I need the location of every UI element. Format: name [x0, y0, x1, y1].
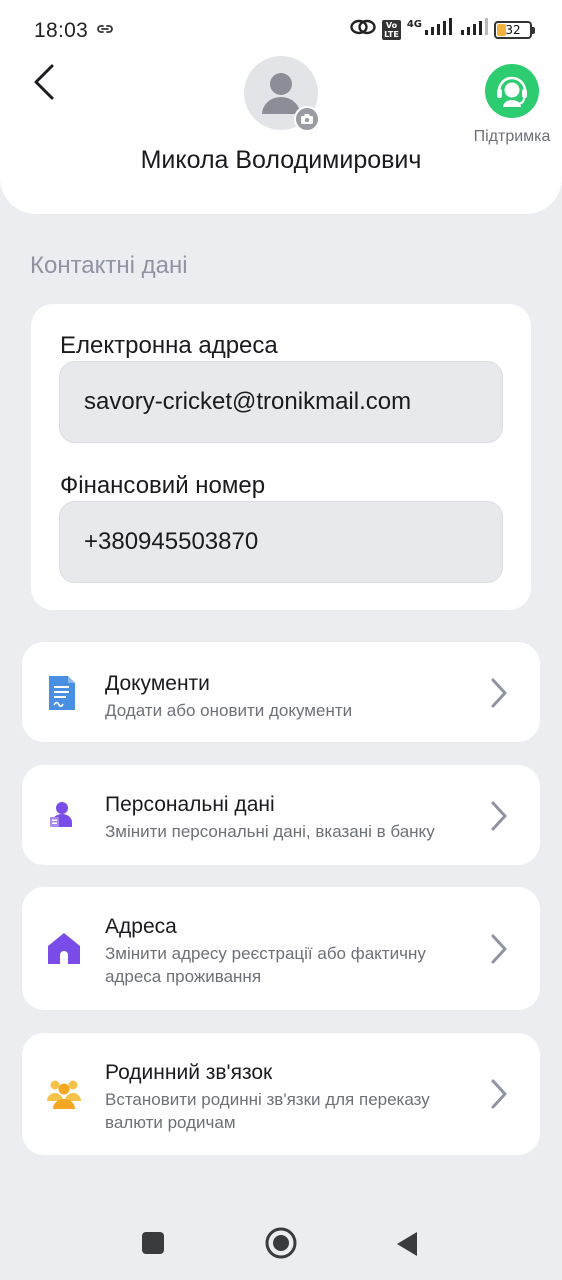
link-icon: [350, 18, 376, 41]
support-button[interactable]: Підтримка: [468, 64, 556, 146]
menu-item-documents[interactable]: Документи Додати або оновити документи: [22, 642, 540, 742]
chevron-left-icon: [34, 64, 54, 100]
volte-icon: Vo LTE: [382, 19, 401, 40]
menu-item-family[interactable]: Родинний зв'язок Встановити родинні зв'я…: [22, 1033, 540, 1155]
menu-item-subtitle: Змінити персональні дані, вказані в банк…: [105, 822, 435, 841]
phone-field[interactable]: [59, 501, 503, 583]
chevron-right-icon: [488, 933, 510, 970]
support-headset-icon: [485, 64, 539, 118]
contacts-card: Електронна адреса Фінансовий номер: [31, 304, 531, 610]
status-bar: 18:03 Vo LTE 4G 32: [0, 0, 562, 60]
menu-item-subtitle: Додати або оновити документи: [105, 701, 353, 720]
recents-square-icon[interactable]: [142, 1232, 164, 1259]
menu-item-subtitle: Змінити адресу реєстрації або фактичну а…: [105, 944, 426, 986]
chevron-right-icon: [488, 677, 510, 714]
profile-header: 18:03 Vo LTE 4G 32 Микола Володимирович …: [0, 0, 562, 214]
contacts-section-title: Контактні дані: [30, 252, 188, 279]
menu-item-title: Документи: [105, 672, 210, 695]
battery-level: 32: [505, 22, 521, 37]
home-circle-icon[interactable]: [264, 1226, 298, 1265]
home-icon: [46, 931, 82, 970]
menu-item-title: Адреса: [105, 915, 177, 938]
family-icon: [46, 1075, 82, 1116]
status-time: 18:03: [34, 19, 89, 42]
chevron-right-icon: [488, 1078, 510, 1115]
document-icon: [46, 674, 78, 717]
menu-item-address[interactable]: Адреса Змінити адресу реєстрації або фак…: [22, 887, 540, 1010]
chevron-right-icon: [488, 800, 510, 837]
camera-icon[interactable]: [294, 106, 320, 132]
email-label: Електронна адреса: [60, 332, 278, 359]
menu-item-personal-data[interactable]: Персональні дані Змінити персональні дан…: [22, 765, 540, 865]
support-label: Підтримка: [473, 128, 551, 145]
battery-icon: 32: [494, 20, 535, 39]
status-icons: Vo LTE 4G 32: [350, 18, 535, 41]
back-triangle-icon[interactable]: [396, 1231, 418, 1262]
menu-item-title: Родинний зв'язок: [105, 1061, 273, 1084]
menu-item-title: Персональні дані: [105, 793, 275, 816]
system-navigation-bar: [0, 1210, 562, 1280]
phone-label: Фінансовий номер: [60, 472, 266, 499]
network-type: 4G: [406, 19, 422, 30]
signal-icon: [424, 18, 454, 41]
menu-item-subtitle: Встановити родинні зв'язки для переказу …: [105, 1090, 430, 1132]
signal-icon-2: [460, 18, 488, 41]
personal-data-icon: [46, 799, 78, 836]
email-field[interactable]: [59, 361, 503, 443]
user-name: Микола Володимирович: [140, 146, 422, 174]
link-icon: [96, 22, 114, 40]
back-button[interactable]: [30, 60, 60, 104]
